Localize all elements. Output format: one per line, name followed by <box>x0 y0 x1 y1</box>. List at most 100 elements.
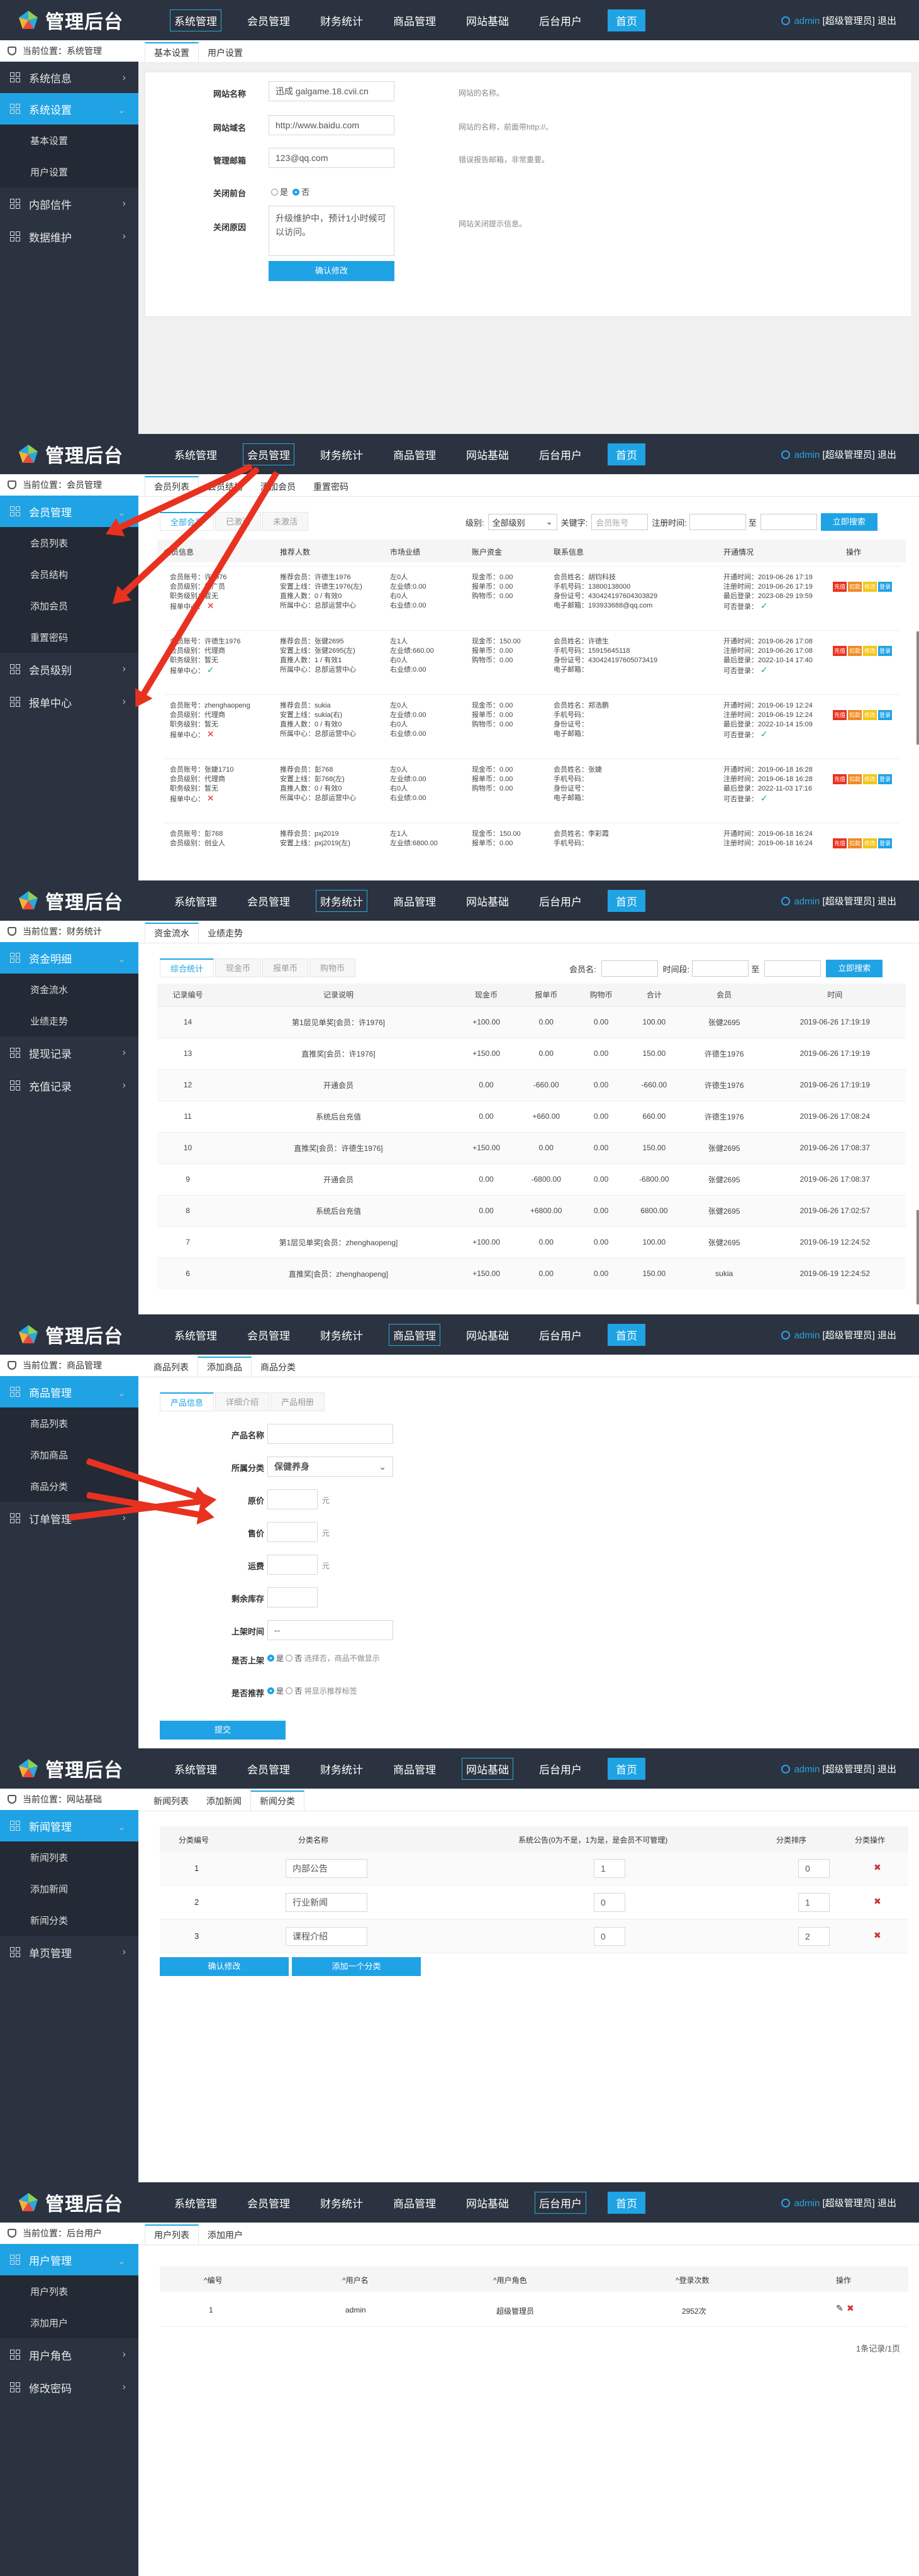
admin-email-input[interactable]: 123@qq.com <box>269 148 394 168</box>
sort-order-input[interactable]: 2 <box>798 1927 830 1946</box>
subtab-album[interactable]: 产品相册 <box>270 1392 325 1411</box>
close-reason-textarea[interactable]: 升级维护中，预计1小时候可以访问。 <box>269 206 394 256</box>
nav-item-system[interactable]: 系统管理 <box>170 890 221 912</box>
sidebar-item-system-settings[interactable]: 系统设置 ⌄ <box>0 93 138 125</box>
deduct-button[interactable]: 扣款 <box>848 646 862 656</box>
subtab-order[interactable]: 报单币 <box>262 958 309 977</box>
user-name-link[interactable]: admin <box>794 2198 820 2209</box>
delete-icon[interactable]: ✖ <box>847 2303 854 2314</box>
radio-no[interactable] <box>286 1687 293 1694</box>
radio-yes[interactable] <box>271 189 278 196</box>
category-name-input[interactable]: 行业新闻 <box>286 1893 367 1912</box>
edit-button[interactable]: 修改 <box>863 582 877 592</box>
nav-item-admins[interactable]: 后台用户 <box>535 1324 586 1346</box>
scrollbar[interactable] <box>916 631 919 745</box>
search-button[interactable]: 立即搜索 <box>826 960 883 977</box>
subtab-detail[interactable]: 详细介绍 <box>215 1392 270 1411</box>
delete-icon[interactable]: ✖ <box>874 1896 881 1907</box>
tab-fund-flow[interactable]: 资金流水 <box>145 923 199 943</box>
member-name-input[interactable] <box>601 960 658 977</box>
goods-field-input[interactable] <box>267 1489 318 1509</box>
subtab-summary[interactable]: 综合统计 <box>160 958 214 977</box>
delete-icon[interactable]: ✖ <box>874 1862 881 1873</box>
logout-link[interactable]: 退出 <box>877 2198 896 2209</box>
nav-item-goods[interactable]: 商品管理 <box>389 890 440 912</box>
sidebar-subitem-trend[interactable]: 业绩走势 <box>0 1005 138 1036</box>
sidebar-subitem-fund-flow[interactable]: 资金流水 <box>0 974 138 1005</box>
sidebar-item-users[interactable]: 用户管理 ⌄ <box>0 2244 138 2275</box>
start-date-input[interactable] <box>689 514 746 530</box>
add-category-button[interactable]: 添加一个分类 <box>292 1957 421 1976</box>
sidebar-item-levels[interactable]: 会员级别 › <box>0 653 138 686</box>
tab-news-category[interactable]: 新闻分类 <box>250 1790 304 1811</box>
login-button[interactable]: 登录 <box>878 646 892 656</box>
recharge-button[interactable]: 充值 <box>833 710 847 720</box>
tab-trend[interactable]: 业绩走势 <box>199 924 252 943</box>
nav-item-goods[interactable]: 商品管理 <box>389 1323 440 1346</box>
tab-add-user[interactable]: 添加用户 <box>199 2226 252 2245</box>
recharge-button[interactable]: 充值 <box>833 582 847 592</box>
nav-item-admins[interactable]: 后台用户 <box>535 9 586 31</box>
nav-item-home[interactable]: 首页 <box>608 889 645 912</box>
radio-no[interactable] <box>292 189 300 196</box>
nav-item-home[interactable]: 首页 <box>608 9 645 31</box>
nav-item-admins[interactable]: 后台用户 <box>535 443 586 465</box>
nav-item-system[interactable]: 系统管理 <box>170 1324 221 1346</box>
logout-link[interactable]: 退出 <box>877 450 896 460</box>
login-button[interactable]: 登录 <box>878 582 892 592</box>
nav-item-goods[interactable]: 商品管理 <box>389 2192 440 2214</box>
nav-item-site[interactable]: 网站基础 <box>462 443 513 465</box>
edit-button[interactable]: 修改 <box>863 838 877 848</box>
site-name-input[interactable]: 迅成 galgame.18.cvii.cn <box>269 81 394 101</box>
edit-button[interactable]: 修改 <box>863 774 877 784</box>
recharge-button[interactable]: 充值 <box>833 838 847 848</box>
sidebar-subitem-add-goods[interactable]: 添加商品 <box>0 1439 138 1470</box>
tab-reset-password[interactable]: 重置密码 <box>304 477 357 496</box>
user-name-link[interactable]: admin <box>794 16 820 26</box>
keyword-input[interactable]: 会员账号 <box>591 514 649 530</box>
sidebar-item-pages[interactable]: 单页管理 › <box>0 1936 138 1968</box>
nav-item-members[interactable]: 会员管理 <box>243 9 294 31</box>
sidebar-subitem-add-news[interactable]: 添加新闻 <box>0 1873 138 1904</box>
logout-link[interactable]: 退出 <box>877 896 896 907</box>
sidebar-item-withdraw[interactable]: 提现记录 › <box>0 1036 138 1069</box>
sidebar-item-order-center[interactable]: 报单中心 › <box>0 686 138 718</box>
logout-link[interactable]: 退出 <box>877 1764 896 1775</box>
nav-item-home[interactable]: 首页 <box>608 2191 645 2214</box>
nav-item-goods[interactable]: 商品管理 <box>389 9 440 31</box>
end-date-input[interactable] <box>760 514 817 530</box>
sidebar-item-data[interactable]: 数据维护 › <box>0 220 138 253</box>
sidebar-subitem-basic[interactable]: 基本设置 <box>0 125 138 156</box>
nav-item-site[interactable]: 网站基础 <box>462 1757 513 1780</box>
radio-yes[interactable] <box>267 1655 274 1662</box>
user-name-link[interactable]: admin <box>794 1330 820 1341</box>
nav-item-members[interactable]: 会员管理 <box>243 890 294 912</box>
login-button[interactable]: 登录 <box>878 774 892 784</box>
sidebar-item-system-info[interactable]: 系统信息 › <box>0 62 138 93</box>
category-select[interactable]: 保健养身 ⌄ <box>267 1457 393 1477</box>
nav-item-system[interactable]: 系统管理 <box>170 9 221 31</box>
tab-add-goods[interactable]: 添加商品 <box>198 1357 252 1377</box>
deduct-button[interactable]: 扣款 <box>848 838 862 848</box>
recharge-button[interactable]: 充值 <box>833 774 847 784</box>
subtab-info[interactable]: 产品信息 <box>160 1392 214 1411</box>
search-button[interactable]: 立即搜索 <box>820 513 877 531</box>
nav-item-admins[interactable]: 后台用户 <box>535 890 586 912</box>
subtab-shopping[interactable]: 购物币 <box>309 958 356 977</box>
user-name-link[interactable]: admin <box>794 450 820 460</box>
nav-item-system[interactable]: 系统管理 <box>170 1758 221 1780</box>
confirm-button[interactable]: 确认修改 <box>269 261 394 281</box>
edit-icon[interactable]: ✎ <box>836 2303 844 2314</box>
login-button[interactable]: 登录 <box>878 838 892 848</box>
sidebar-item-change-password[interactable]: 修改密码 › <box>0 2371 138 2404</box>
nav-item-site[interactable]: 网站基础 <box>462 9 513 31</box>
subtab-inactive[interactable]: 未激活 <box>262 512 309 531</box>
goods-field-input[interactable] <box>267 1424 393 1444</box>
goods-field-input[interactable]: -- <box>267 1620 393 1640</box>
level-select[interactable]: 全部级别 ⌄ <box>487 514 557 530</box>
sidebar-item-news[interactable]: 新闻管理 ⌄ <box>0 1810 138 1841</box>
radio-no[interactable] <box>286 1655 293 1662</box>
sidebar-item-funds[interactable]: 资金明细 ⌄ <box>0 942 138 974</box>
system-flag-input[interactable]: 0 <box>594 1927 625 1946</box>
user-name-link[interactable]: admin <box>794 1764 820 1775</box>
